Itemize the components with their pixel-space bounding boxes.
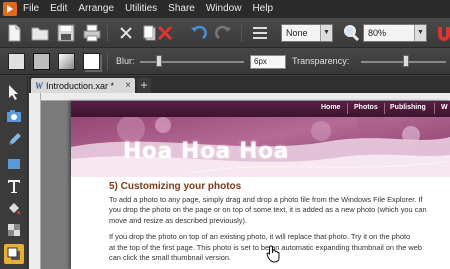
blur-value-field[interactable]: 6px xyxy=(250,55,286,69)
main-toolbar: None ▼ 80% ▼ xyxy=(0,18,450,48)
feather-select-value: None xyxy=(286,28,308,38)
transparency-slider[interactable] xyxy=(361,55,446,67)
nav-more-link[interactable]: W xyxy=(441,104,448,111)
nav-separator xyxy=(384,103,385,114)
infobar-separator xyxy=(107,52,108,70)
rectangle-tool-icon[interactable] xyxy=(4,154,24,174)
chevron-down-icon: ▼ xyxy=(320,25,332,41)
text-bullets-icon[interactable] xyxy=(250,23,270,43)
menu-utilities[interactable]: Utilities xyxy=(125,0,157,18)
blur-slider-thumb[interactable] xyxy=(156,55,162,67)
menu-share[interactable]: Share xyxy=(168,0,195,18)
print-icon[interactable] xyxy=(82,23,102,43)
paragraph-line[interactable]: If you drop the photo on top of an exist… xyxy=(109,232,450,242)
chevron-down-icon: ▼ xyxy=(414,25,426,41)
fill-tool-icon[interactable] xyxy=(4,198,24,218)
menu-window[interactable]: Window xyxy=(206,0,242,18)
blur-label: Blur: xyxy=(116,56,135,66)
menu-arrange[interactable]: Arrange xyxy=(78,0,114,18)
transparency-tool-icon[interactable] xyxy=(4,220,24,240)
add-tab-button[interactable]: + xyxy=(137,78,151,93)
magnet-icon[interactable] xyxy=(434,23,450,43)
horizontal-ruler xyxy=(41,93,450,101)
transparency-label: Transparency: xyxy=(292,56,350,66)
tab-introduction[interactable]: W Introduction.xar * × xyxy=(31,78,135,93)
shadow-tool-icon[interactable] xyxy=(4,244,24,264)
nav-photos-link[interactable]: Photos xyxy=(354,104,378,111)
shadow-floor-button[interactable] xyxy=(58,53,75,70)
document-canvas[interactable]: Home Photos Publishing W Hoa Hoa Hoa 5) … xyxy=(29,93,450,269)
toolbar-separator xyxy=(107,24,108,42)
shadow-glow-button[interactable] xyxy=(83,53,100,70)
paragraph-line[interactable]: you drop the photo on the page or on top… xyxy=(109,205,450,215)
paragraph-line[interactable]: To add a photo to any page, simply drag … xyxy=(109,195,450,205)
nav-separator xyxy=(347,103,348,114)
zoom-select[interactable]: 80% ▼ xyxy=(363,24,427,42)
zoom-select-value: 80% xyxy=(368,28,387,38)
zoom-icon[interactable] xyxy=(341,23,361,43)
blur-slider[interactable] xyxy=(140,55,244,67)
document-tab-bar: W Introduction.xar * × + xyxy=(29,76,450,93)
document-icon: W xyxy=(35,80,44,91)
vertical-ruler xyxy=(29,93,41,269)
new-document-icon[interactable] xyxy=(4,23,24,43)
photo-tool-icon[interactable] xyxy=(4,106,24,126)
undo-icon[interactable] xyxy=(188,23,208,43)
shadow-none-button[interactable] xyxy=(8,53,25,70)
info-bar: Blur: 6px Transparency: xyxy=(0,48,450,75)
nav-home-link[interactable]: Home xyxy=(321,104,340,111)
banner-title[interactable]: Hoa Hoa Hoa xyxy=(123,139,289,164)
menu-help[interactable]: Help xyxy=(252,0,273,18)
section-heading[interactable]: 5) Customizing your photos xyxy=(109,181,450,192)
transparency-slider-thumb[interactable] xyxy=(403,55,409,67)
banner-image[interactable]: Home Photos Publishing W Hoa Hoa Hoa xyxy=(71,101,450,177)
redo-icon[interactable] xyxy=(214,23,234,43)
tool-palette xyxy=(0,76,28,269)
delete-icon[interactable] xyxy=(155,23,175,43)
open-folder-icon[interactable] xyxy=(30,23,50,43)
menu-file[interactable]: File xyxy=(23,0,39,18)
app-logo-icon xyxy=(3,2,17,16)
text-tool-icon[interactable] xyxy=(4,176,24,196)
paragraph-line[interactable]: move and resize as described previously)… xyxy=(109,216,450,226)
app-window: File Edit Arrange Utilities Share Window… xyxy=(0,0,450,269)
nav-separator xyxy=(434,103,435,114)
page[interactable]: Home Photos Publishing W Hoa Hoa Hoa 5) … xyxy=(71,101,450,269)
save-icon[interactable] xyxy=(56,23,76,43)
selector-tool-icon[interactable] xyxy=(4,82,24,102)
pen-tool-icon[interactable] xyxy=(4,130,24,150)
hand-cursor-icon xyxy=(266,245,280,263)
menu-edit[interactable]: Edit xyxy=(50,0,67,18)
feather-select[interactable]: None ▼ xyxy=(281,24,333,42)
shadow-wall-button[interactable] xyxy=(33,53,50,70)
tab-label: Introduction.xar * xyxy=(46,80,115,91)
toolbar-separator xyxy=(241,24,242,42)
nav-publishing-link[interactable]: Publishing xyxy=(390,104,426,111)
close-icon[interactable]: × xyxy=(125,80,131,91)
menu-bar: File Edit Arrange Utilities Share Window… xyxy=(0,0,450,18)
cut-icon[interactable] xyxy=(116,23,136,43)
